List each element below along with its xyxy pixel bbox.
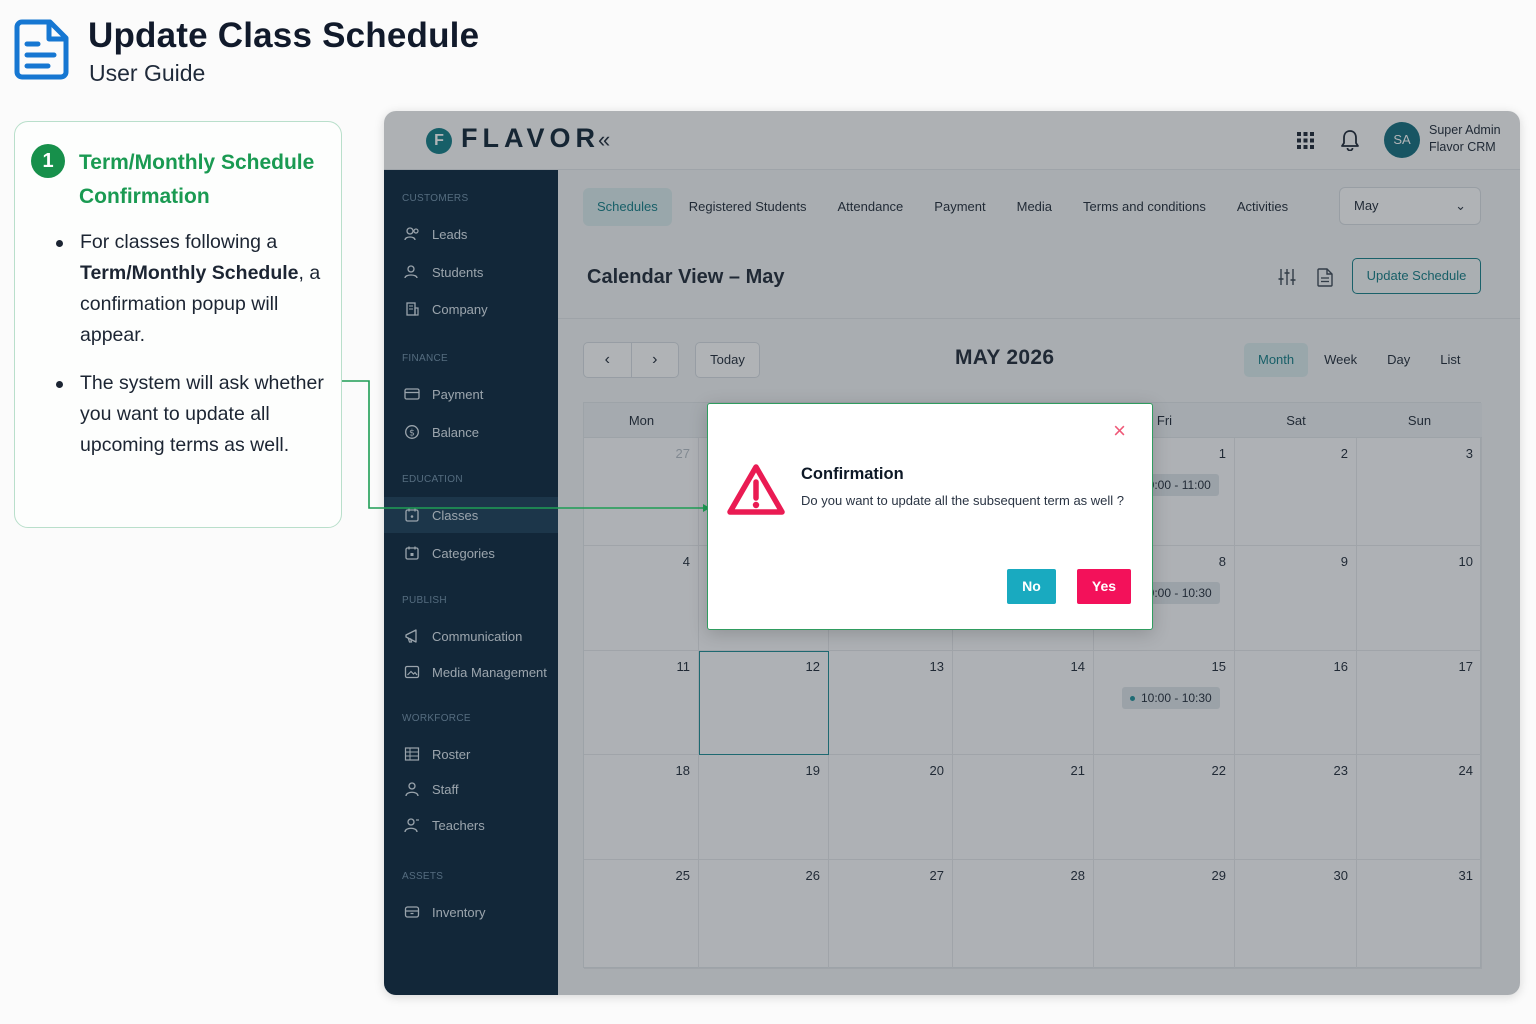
no-button[interactable]: No (1007, 569, 1056, 604)
document-guide-icon (14, 19, 69, 80)
step-title: Term/Monthly Schedule Confirmation (79, 151, 315, 208)
alert-triangle-icon (727, 464, 785, 515)
dialog-message: Do you want to update all the subsequent… (801, 493, 1125, 508)
close-icon[interactable]: × (1113, 420, 1126, 442)
bullet-bold-text: Term/Monthly Schedule (80, 262, 299, 284)
guide-title: Update Class Schedule (88, 16, 480, 55)
confirmation-dialog: × Confirmation Do you want to update all… (707, 403, 1153, 630)
guide-subtitle: User Guide (89, 60, 206, 86)
step-bullet: The system will ask whether you want to … (55, 368, 325, 461)
bullet-text: For classes following a (80, 231, 278, 253)
step-card: 1 Term/Monthly Schedule Confirmation For… (14, 121, 342, 528)
yes-button[interactable]: Yes (1077, 569, 1131, 604)
step-number-badge: 1 (31, 144, 65, 178)
step-bullets: For classes following a Term/Monthly Sch… (55, 227, 325, 478)
bullet-text: The system will ask whether you want to … (80, 372, 324, 456)
step-bullet: For classes following a Term/Monthly Sch… (55, 227, 325, 351)
dialog-title: Confirmation (801, 465, 904, 483)
